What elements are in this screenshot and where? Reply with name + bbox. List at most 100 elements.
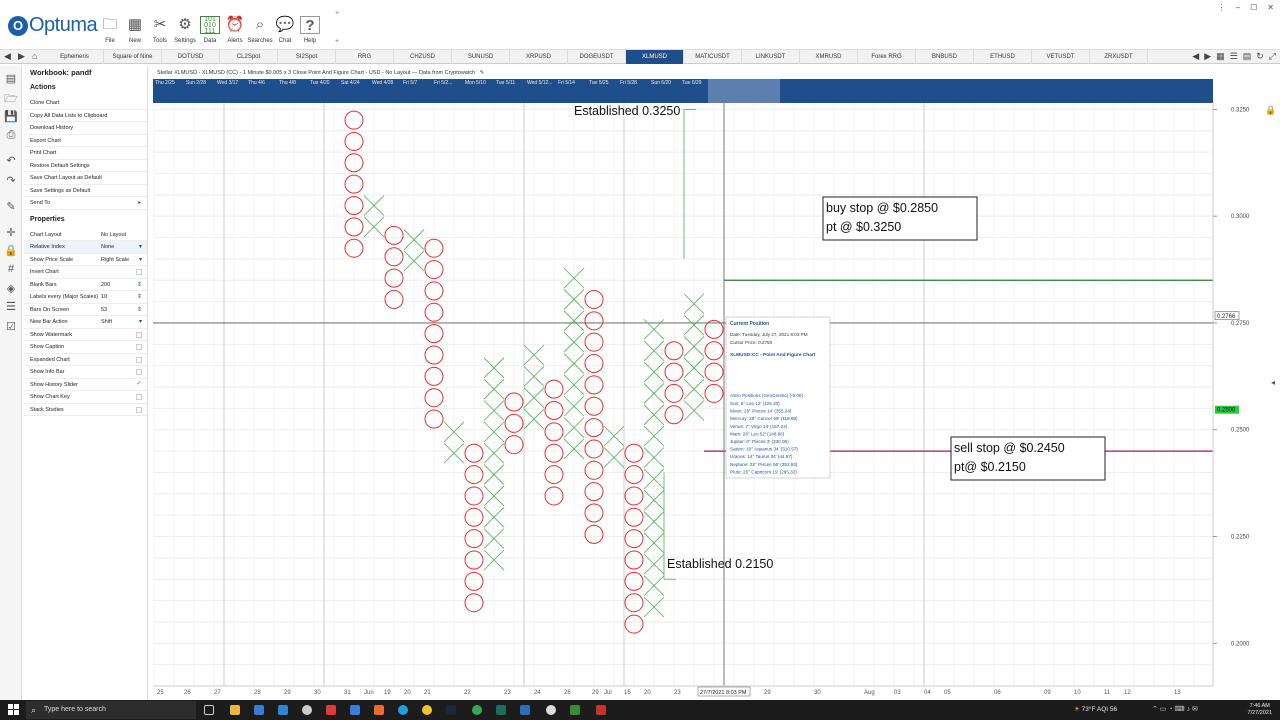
tab-linkusdt[interactable]: LINKUSDT bbox=[742, 50, 800, 64]
tab-dogeusdt[interactable]: DOGEUSDT bbox=[568, 50, 626, 64]
refresh-icon[interactable]: ↻ bbox=[1256, 51, 1264, 62]
tab-xlmusd[interactable]: XLMUSD bbox=[626, 50, 684, 64]
list-icon[interactable]: ☰ bbox=[3, 300, 19, 314]
weather-widget[interactable]: ☀ 73°F AQI 56 bbox=[1074, 700, 1117, 720]
tab-sunusd[interactable]: SUNUSD bbox=[452, 50, 510, 64]
action-clone-chart[interactable]: Clone Chart bbox=[24, 97, 147, 110]
property-row[interactable]: Show Price Scale Right Scale ▾ bbox=[24, 254, 147, 267]
close-button[interactable]: ✕ bbox=[1267, 3, 1274, 12]
tab-dotusd[interactable]: DOTUSD bbox=[162, 50, 220, 64]
checkbox[interactable] bbox=[136, 331, 142, 338]
expand-icon[interactable]: ⤢ bbox=[1269, 51, 1276, 62]
lock-icon[interactable]: 🔒 bbox=[3, 244, 19, 258]
taskbar-clock[interactable]: 7:46 AM 7/27/2021 bbox=[1248, 703, 1272, 717]
scroll-right-icon[interactable]: ▶ bbox=[1204, 51, 1211, 62]
history-slider-thumb[interactable] bbox=[708, 79, 780, 103]
property-row[interactable]: Invert Chart bbox=[24, 266, 147, 279]
property-value[interactable] bbox=[101, 366, 141, 378]
tab-chzusd[interactable]: CHZUSD bbox=[394, 50, 452, 64]
forward-arrow-icon[interactable]: ▶ bbox=[18, 51, 25, 62]
property-value[interactable]: Shift bbox=[101, 316, 141, 328]
help-button[interactable]: ? Help bbox=[298, 16, 322, 44]
app-icon[interactable] bbox=[326, 705, 336, 715]
action-copy-all-data-lists-to-clipboard[interactable]: Copy All Data Lists to Clipboard bbox=[24, 110, 147, 122]
system-tray[interactable]: ⌃ ▭ ◔ ⌨ ♪ ✉ bbox=[1152, 700, 1198, 720]
tab-ethusd[interactable]: ETHUSD bbox=[974, 50, 1032, 64]
property-value[interactable] bbox=[101, 404, 141, 416]
action-print-chart[interactable]: Print Chart bbox=[24, 147, 147, 160]
taskbar-search-box[interactable]: ⌕ Type here to search bbox=[26, 701, 196, 719]
stepper-icon[interactable]: ⇕ bbox=[137, 291, 142, 304]
tab-ephemeris[interactable]: Ephemeris bbox=[46, 50, 104, 64]
action-send-to[interactable]: Send To ▸ bbox=[24, 197, 147, 210]
tile-icon[interactable]: ▤ bbox=[1243, 51, 1252, 62]
property-value[interactable]: 200 bbox=[101, 279, 141, 291]
property-row[interactable]: Expanded Chart bbox=[24, 354, 147, 366]
redo-icon[interactable]: ↷ bbox=[3, 174, 19, 188]
stepper-icon[interactable]: ⇕ bbox=[137, 304, 142, 317]
obs-icon[interactable] bbox=[546, 705, 556, 715]
checkbox[interactable] bbox=[136, 344, 142, 350]
chrome-browser-icon[interactable] bbox=[422, 705, 432, 715]
action-restore-default-settings[interactable]: Restore Default Settings bbox=[24, 160, 147, 172]
property-row[interactable]: Show Caption bbox=[24, 341, 147, 354]
action-save-settings-as-default[interactable]: Save Settings as Default bbox=[24, 185, 147, 197]
tab-forex-rrg[interactable]: Forex RRG bbox=[858, 50, 916, 64]
action-save-chart-layout-as-default[interactable]: Save Chart Layout as Default bbox=[24, 172, 147, 185]
add-icon[interactable]: + bbox=[335, 10, 339, 17]
property-value[interactable] bbox=[101, 379, 141, 391]
checkbox[interactable] bbox=[136, 269, 142, 275]
mail-icon[interactable] bbox=[278, 705, 288, 715]
tab-zrxusdt[interactable]: ZRXUSDT bbox=[1090, 50, 1148, 64]
property-value[interactable]: None bbox=[101, 241, 141, 253]
action-export-chart[interactable]: Export Chart bbox=[24, 135, 147, 147]
tab-xrpusd[interactable]: XRPUSD bbox=[510, 50, 568, 64]
steam-icon[interactable] bbox=[446, 705, 456, 715]
checkbox[interactable] bbox=[136, 406, 142, 413]
edge-browser-icon[interactable] bbox=[398, 705, 408, 715]
open-folder-icon[interactable]: 🗁 bbox=[3, 92, 19, 106]
checkbox[interactable]: ✓ bbox=[136, 381, 142, 388]
checkbox[interactable] bbox=[136, 369, 142, 375]
property-row[interactable]: Show History Slider ✓ bbox=[24, 379, 147, 391]
list-view-icon[interactable]: ☰ bbox=[1230, 51, 1238, 62]
file-explorer-icon[interactable] bbox=[230, 705, 240, 715]
dropdown-arrow-icon[interactable]: ▾ bbox=[139, 316, 142, 329]
tab-cl2spot[interactable]: CL2Spot bbox=[220, 50, 278, 64]
chart-svg[interactable]: 0.3250 0.3000 0.2750 0.2500 0.2250 0.2000 0.27… bbox=[153, 103, 1280, 700]
edit-pencil-icon[interactable]: ✎ bbox=[480, 70, 485, 76]
save-icon[interactable]: 💾 bbox=[3, 110, 19, 124]
minimize-button[interactable]: – bbox=[1236, 3, 1240, 12]
pnf-chart[interactable]: 0.3250 0.3000 0.2750 0.2500 0.2250 0.2000 0.27… bbox=[153, 103, 1280, 700]
grid-icon[interactable]: # bbox=[3, 262, 19, 276]
property-row[interactable]: Chart Layout No Layout bbox=[24, 229, 147, 241]
property-value[interactable] bbox=[101, 266, 141, 278]
task-view-icon[interactable] bbox=[204, 705, 214, 715]
property-value[interactable] bbox=[101, 391, 141, 403]
tab-square-of-nine[interactable]: Square of Nine bbox=[104, 50, 162, 64]
property-value[interactable] bbox=[101, 341, 141, 353]
grid-view-icon[interactable]: ▦ bbox=[1216, 51, 1225, 62]
check-list-icon[interactable]: ☑ bbox=[3, 320, 19, 334]
property-value[interactable] bbox=[101, 354, 141, 366]
property-value[interactable] bbox=[101, 329, 141, 341]
property-row[interactable]: Bars On Screen 53 ⇕ bbox=[24, 304, 147, 317]
windows-start-button[interactable] bbox=[8, 704, 20, 716]
undo-icon[interactable]: ↶ bbox=[3, 154, 19, 168]
action-download-history[interactable]: Download History bbox=[24, 122, 147, 135]
tab-si2spot[interactable]: SI2Spot bbox=[278, 50, 336, 64]
history-slider[interactable]: Thu 2/25 Sun 2/28 Wed 3/17 Thu 4/6 Thu 4/8 Tu… bbox=[153, 79, 1213, 103]
property-value[interactable]: Right Scale bbox=[101, 254, 141, 266]
back-arrow-icon[interactable]: ◀ bbox=[4, 51, 11, 62]
property-row[interactable]: Blank Bars 200 ⇕ bbox=[24, 279, 147, 291]
add-icon[interactable]: + bbox=[335, 38, 339, 45]
draw-tool-icon[interactable]: ✎ bbox=[3, 200, 19, 214]
optuma-taskbar-icon[interactable] bbox=[596, 705, 606, 715]
property-row[interactable]: New Bar Action Shift ▾ bbox=[24, 316, 147, 329]
calculator-icon[interactable] bbox=[350, 705, 360, 715]
dropdown-arrow-icon[interactable]: ▾ bbox=[139, 241, 142, 254]
tab-vetusdt[interactable]: VETUSDT bbox=[1032, 50, 1090, 64]
app-icon[interactable] bbox=[496, 705, 506, 715]
property-row[interactable]: Relative Index None ▾ bbox=[24, 241, 147, 254]
dropdown-arrow-icon[interactable]: ▾ bbox=[139, 254, 142, 267]
